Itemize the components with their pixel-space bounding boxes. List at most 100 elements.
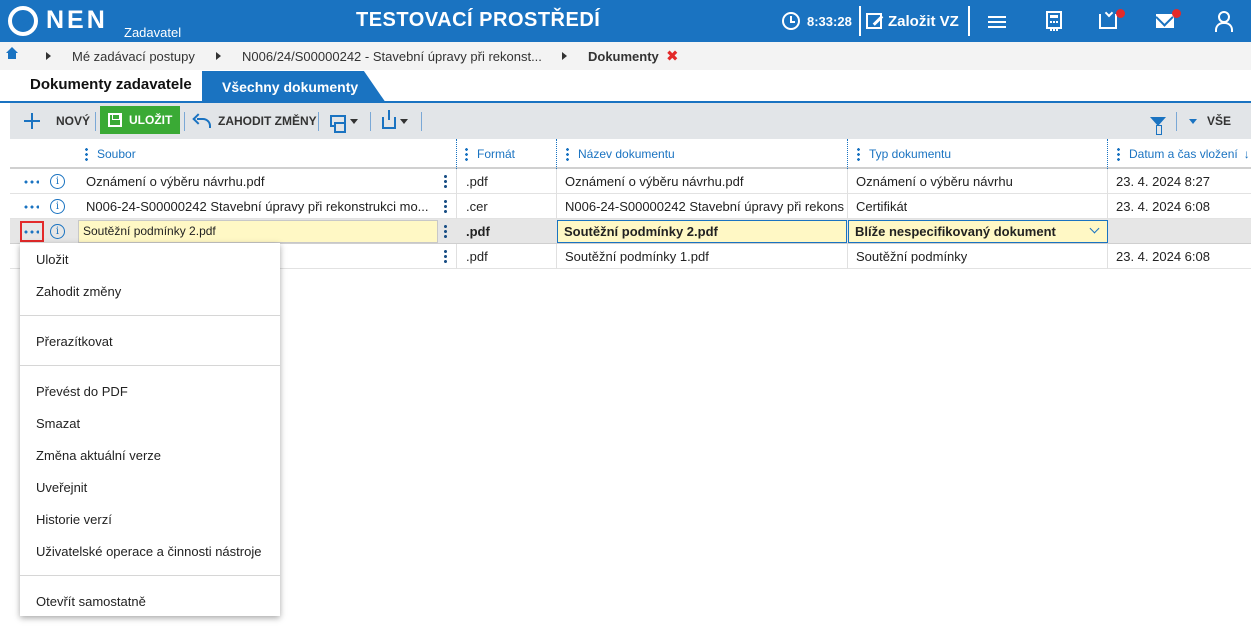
plus-icon[interactable] bbox=[24, 113, 40, 129]
sort-arrow-icon[interactable]: ↓ bbox=[1244, 147, 1250, 161]
cell-menu-icon[interactable] bbox=[444, 199, 447, 213]
column-menu-icon[interactable] bbox=[465, 147, 468, 161]
table-row[interactable]: i N006-24-S00000242 Stavební úpravy při … bbox=[10, 194, 1251, 219]
cell-menu-icon[interactable] bbox=[444, 224, 447, 238]
filter-button[interactable] bbox=[1150, 103, 1166, 139]
undo-icon bbox=[194, 115, 211, 128]
menu-icon[interactable] bbox=[988, 13, 1010, 33]
user-icon bbox=[1215, 11, 1233, 32]
save-icon bbox=[108, 113, 122, 127]
grid-header: Soubor Formát Název dokumentu Typ dokume… bbox=[10, 139, 1251, 169]
column-label: Datum a čas vložení bbox=[1129, 147, 1238, 161]
edit-icon bbox=[866, 13, 882, 29]
column-header-soubor[interactable]: Soubor bbox=[85, 139, 136, 169]
tab-vsechny-dokumenty[interactable]: Všechny dokumenty bbox=[202, 71, 386, 103]
info-icon[interactable]: i bbox=[50, 199, 65, 214]
environment-title: TESTOVACÍ PROSTŘEDÍ bbox=[356, 9, 601, 31]
discard-changes-button[interactable]: ZAHODIT ZMĚNY bbox=[194, 103, 317, 139]
nen-logo[interactable]: NEN bbox=[8, 5, 108, 37]
column-divider[interactable] bbox=[456, 139, 457, 169]
session-time: 8:33:28 bbox=[807, 13, 852, 29]
discard-label: ZAHODIT ZMĚNY bbox=[218, 114, 317, 128]
column-divider bbox=[556, 169, 557, 194]
notification-dot bbox=[1172, 9, 1181, 18]
chevron-right-icon bbox=[46, 52, 51, 60]
menu-item-prevest-do-pdf[interactable]: Převést do PDF bbox=[36, 384, 128, 399]
column-divider[interactable] bbox=[556, 139, 557, 169]
create-tender-button[interactable]: Založit VZ bbox=[866, 0, 959, 42]
column-divider bbox=[456, 169, 457, 194]
column-menu-icon[interactable] bbox=[857, 147, 860, 161]
menu-item-uverejnit[interactable]: Uveřejnit bbox=[36, 480, 87, 495]
column-header-nazev[interactable]: Název dokumentu bbox=[566, 139, 675, 169]
cell-file[interactable]: Oznámení o výběru návrhu.pdf bbox=[86, 169, 436, 194]
export-menu-button[interactable] bbox=[382, 103, 408, 139]
column-menu-icon[interactable] bbox=[566, 147, 569, 161]
cell-name: Soutěžní podmínky 1.pdf bbox=[565, 249, 709, 264]
table-row[interactable]: i Oznámení o výběru návrhu.pdf .pdf Ozná… bbox=[10, 169, 1251, 194]
breadcrumb-item[interactable]: Mé zadávací postupy bbox=[72, 49, 195, 64]
filter-icon bbox=[1150, 116, 1166, 135]
menu-item-uzivatelske-operace[interactable]: Uživatelské operace a činnosti nástroje bbox=[36, 544, 261, 559]
menu-item-zmena-aktualni-verze[interactable]: Změna aktuální verze bbox=[36, 448, 161, 463]
breadcrumb-item[interactable]: N006/24/S00000242 - Stavební úpravy při … bbox=[242, 49, 542, 64]
create-tender-label: Založit VZ bbox=[888, 12, 959, 30]
column-header-format[interactable]: Formát bbox=[465, 139, 515, 169]
column-label: Název dokumentu bbox=[578, 147, 675, 161]
document-name-input[interactable]: Soutěžní podmínky 2.pdf bbox=[557, 220, 847, 243]
menu-item-prerazitkovat[interactable]: Přerazítkovat bbox=[36, 334, 113, 349]
close-icon[interactable]: ✖ bbox=[666, 47, 679, 65]
menu-divider bbox=[20, 575, 280, 576]
mail-button[interactable] bbox=[1156, 9, 1181, 31]
user-button[interactable] bbox=[1212, 11, 1234, 32]
info-icon[interactable]: i bbox=[50, 224, 65, 239]
filter-scope-value: VŠE bbox=[1207, 114, 1232, 128]
cell-menu-icon[interactable] bbox=[444, 249, 447, 263]
column-divider[interactable] bbox=[847, 139, 848, 169]
column-menu-icon[interactable] bbox=[1117, 147, 1120, 161]
column-divider bbox=[1107, 194, 1108, 219]
save-button[interactable]: ULOŽIT bbox=[100, 106, 180, 134]
menu-item-smazat[interactable]: Smazat bbox=[36, 416, 80, 431]
notification-dot bbox=[1116, 9, 1125, 18]
cell-date: 23. 4. 2024 8:27 bbox=[1116, 174, 1210, 189]
cell-file[interactable]: N006-24-S00000242 Stavební úpravy při re… bbox=[86, 194, 438, 219]
calculator-button[interactable] bbox=[1043, 11, 1065, 31]
column-header-datum[interactable]: Datum a čas vložení ↓ bbox=[1117, 139, 1250, 169]
print-menu-button[interactable] bbox=[330, 103, 358, 139]
filter-scope-select[interactable]: VŠE bbox=[1189, 103, 1231, 139]
row-actions-icon[interactable] bbox=[23, 230, 39, 234]
divider bbox=[859, 6, 861, 36]
printer-icon bbox=[330, 115, 346, 133]
menu-item-otevrit-samostatne[interactable]: Otevřít samostatně bbox=[36, 594, 146, 609]
document-type-select[interactable]: Blíže nespecifikovaný dokument bbox=[848, 220, 1108, 243]
column-divider bbox=[556, 244, 557, 269]
menu-item-zahodit-zmeny[interactable]: Zahodit změny bbox=[36, 284, 121, 299]
divider bbox=[1176, 112, 1177, 131]
column-divider[interactable] bbox=[1107, 139, 1108, 169]
divider bbox=[370, 112, 371, 131]
tab-dokumenty-zadavatele[interactable]: Dokumenty zadavatele bbox=[12, 70, 210, 103]
cell-menu-icon[interactable] bbox=[444, 174, 447, 188]
column-label: Typ dokumentu bbox=[869, 147, 952, 161]
menu-item-historie-verzi[interactable]: Historie verzí bbox=[36, 512, 112, 527]
cell-format: .pdf bbox=[466, 174, 488, 189]
grid-toolbar: NOVÝ ULOŽIT ZAHODIT ZMĚNY VŠE bbox=[10, 103, 1251, 139]
info-icon[interactable]: i bbox=[50, 174, 65, 189]
menu-item-ulozit[interactable]: Uložit bbox=[36, 252, 69, 267]
row-actions-icon[interactable] bbox=[23, 180, 39, 184]
file-input[interactable]: Soutěžní podmínky 2.pdf bbox=[78, 220, 438, 243]
table-row-editing[interactable]: i Soutěžní podmínky 2.pdf .pdf Soutěžní … bbox=[10, 219, 1251, 244]
home-icon[interactable] bbox=[5, 47, 18, 61]
chevron-right-icon bbox=[562, 52, 567, 60]
inbox-button[interactable] bbox=[1099, 9, 1125, 31]
column-divider bbox=[847, 244, 848, 269]
chevron-right-icon bbox=[216, 52, 221, 60]
cell-format: .pdf bbox=[466, 249, 488, 264]
column-header-typ[interactable]: Typ dokumentu bbox=[857, 139, 951, 169]
row-actions-icon[interactable] bbox=[23, 205, 39, 209]
row-context-menu: Uložit Zahodit změny Přerazítkovat Převé… bbox=[20, 243, 280, 616]
new-button[interactable]: NOVÝ bbox=[56, 103, 90, 139]
column-menu-icon[interactable] bbox=[85, 147, 88, 161]
divider bbox=[95, 112, 96, 131]
